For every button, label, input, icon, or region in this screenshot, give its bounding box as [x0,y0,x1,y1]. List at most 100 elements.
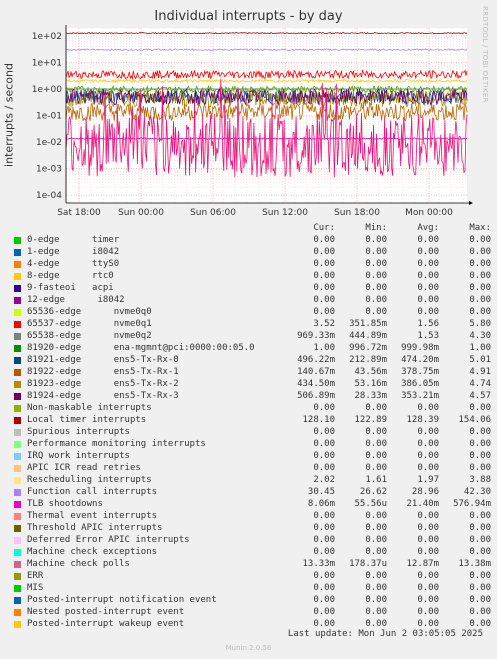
legend-cur-value: 0.00 [313,535,335,545]
legend-min-value: 0.00 [365,403,387,413]
y-tick-label: 1e+00 [32,85,63,95]
legend-cur-value: 0.00 [313,451,335,461]
legend-avg-value: 0.00 [417,283,439,293]
y-tick-label: 1e-02 [36,138,62,148]
legend-row: Machine check polls 13.33m 178.37u 12.87m 13… [12,558,492,570]
legend-min-value: 996.72m [349,343,387,353]
legend-avg-value: 0.00 [417,427,439,437]
legend-min-value: 0.00 [365,547,387,557]
legend-label: Posted-interrupt wakeup event [27,619,185,629]
legend-max-value: 0.00 [469,451,491,461]
legend-row: 9-fasteoi acpi 0.00 0.00 0.00 0.00 [12,282,492,294]
legend-min-value: 28.33m [354,391,387,401]
legend-swatch [14,416,21,424]
legend-swatch [14,272,21,280]
legend-row: 8-edge rtc0 0.00 0.00 0.00 0.00 [12,270,492,282]
legend-label: 4-edge ttyS0 [27,259,120,269]
legend-avg-value: 0.00 [417,571,439,581]
legend-label: Rescheduling interrupts [27,475,152,485]
legend-min-value: 0.00 [365,271,387,281]
legend-avg-value: 0.00 [417,259,439,269]
legend-avg-value: 21.40m [406,499,439,509]
legend-header-min: Min: [365,223,387,233]
legend-min-value: 0.00 [365,583,387,593]
legend-swatch [14,596,21,604]
legend-min-value: 43.56m [354,367,387,377]
legend-row: Spurious interrupts 0.00 0.00 0.00 0.00 [12,426,492,438]
legend-cur-value: 3.52 [313,319,335,329]
legend-min-value: 0.00 [365,595,387,605]
legend-cur-value: 0.00 [313,463,335,473]
legend-min-value: 0.00 [365,295,387,305]
legend-cur-value: 2.02 [313,475,335,485]
legend-max-value: 0.00 [469,235,491,245]
legend-min-value: 0.00 [365,463,387,473]
legend-cur-value: 1.00 [313,343,335,353]
legend-max-value: 0.00 [469,583,491,593]
legend-swatch [14,608,21,616]
legend-cur-value: 0.00 [313,295,335,305]
legend-avg-value: 0.00 [417,235,439,245]
legend-max-value: 5.01 [469,355,491,365]
legend-cur-value: 0.00 [313,259,335,269]
y-tick-label: 1e+02 [32,32,62,42]
legend-max-value: 0.00 [469,571,491,581]
legend-row: TLB shootdowns 8.06m 55.56u 21.40m 576.94m [12,498,492,510]
legend-cur-value: 0.00 [313,547,335,557]
legend-swatch [14,296,21,304]
legend-cur-value: 0.00 [313,427,335,437]
legend-row: 12-edge i8042 0.00 0.00 0.00 0.00 [12,294,492,306]
legend-max-value: 42.30 [463,487,491,497]
legend-swatch [14,392,21,400]
legend-max-value: 3.88 [469,475,491,485]
legend-swatch [14,584,21,592]
legend-label: 1-edge i8042 [27,247,120,257]
legend-avg-value: 1.53 [417,331,439,341]
legend-max-value: 0.00 [469,547,491,557]
legend-label: Performance monitoring interrupts [27,439,206,449]
legend-header-avg: Avg: [417,223,439,233]
legend-label: Function call interrupts [27,487,158,497]
legend-swatch [14,464,21,472]
legend-cur-value: 0.00 [313,283,335,293]
x-tick-label: Sun 00:00 [118,208,164,218]
legend-min-value: 0.00 [365,247,387,257]
chart-plot: 1e+02 1e+01 1e+00 1e-01 1e-02 1e-03 1e-04 Sat 1… [32,25,473,218]
legend-cur-value: 0.00 [313,571,335,581]
legend-avg-value: 0.00 [417,583,439,593]
legend-cur-value: 496.22m [297,355,335,365]
legend-row: ERR 0.00 0.00 0.00 0.00 [12,570,492,582]
legend-swatch [14,452,21,460]
legend-row: MIS 0.00 0.00 0.00 0.00 [12,582,492,594]
legend-min-value: 0.00 [365,259,387,269]
legend-min-value: 0.00 [365,511,387,521]
legend-min-value: 0.00 [365,571,387,581]
legend-avg-value: 378.75m [401,367,439,377]
legend-min-value: 122.89 [354,415,387,425]
legend-row: Local timer interrupts 128.10 122.89 128.39… [12,414,492,426]
legend-cur-value: 0.00 [313,403,335,413]
legend-swatch [14,500,21,508]
legend-row: 81920-edge ena-mgmnt@pci:0000:00:05.0 1.0… [12,342,492,354]
legend-avg-value: 12.87m [406,559,439,569]
legend-cur-value: 140.67m [297,367,335,377]
legend-label: 65536-edge nvme0q0 [27,307,152,317]
legend-avg-value: 0.00 [417,607,439,617]
x-axis-arrow [469,201,473,205]
legend-label: ERR [27,571,44,581]
legend-min-value: 55.56u [354,499,387,509]
legend-row: Thermal event interrupts 0.00 0.00 0.00 0.00 [12,510,492,522]
legend-avg-value: 0.00 [417,439,439,449]
x-tick-label: Sun 06:00 [190,208,236,218]
legend-avg-value: 353.21m [401,391,439,401]
legend-row: 65536-edge nvme0q0 0.00 0.00 0.00 0.00 [12,306,492,318]
munin-version: Munin 2.0.56 [225,644,272,652]
legend-min-value: 53.16m [354,379,387,389]
legend-max-value: 0.00 [469,403,491,413]
legend-max-value: 0.00 [469,307,491,317]
legend-swatch [14,476,21,484]
legend-max-value: 4.30 [469,331,491,341]
legend-max-value: 0.00 [469,427,491,437]
x-tick-label: Sat 18:00 [57,208,101,218]
legend-cur-value: 0.00 [313,607,335,617]
